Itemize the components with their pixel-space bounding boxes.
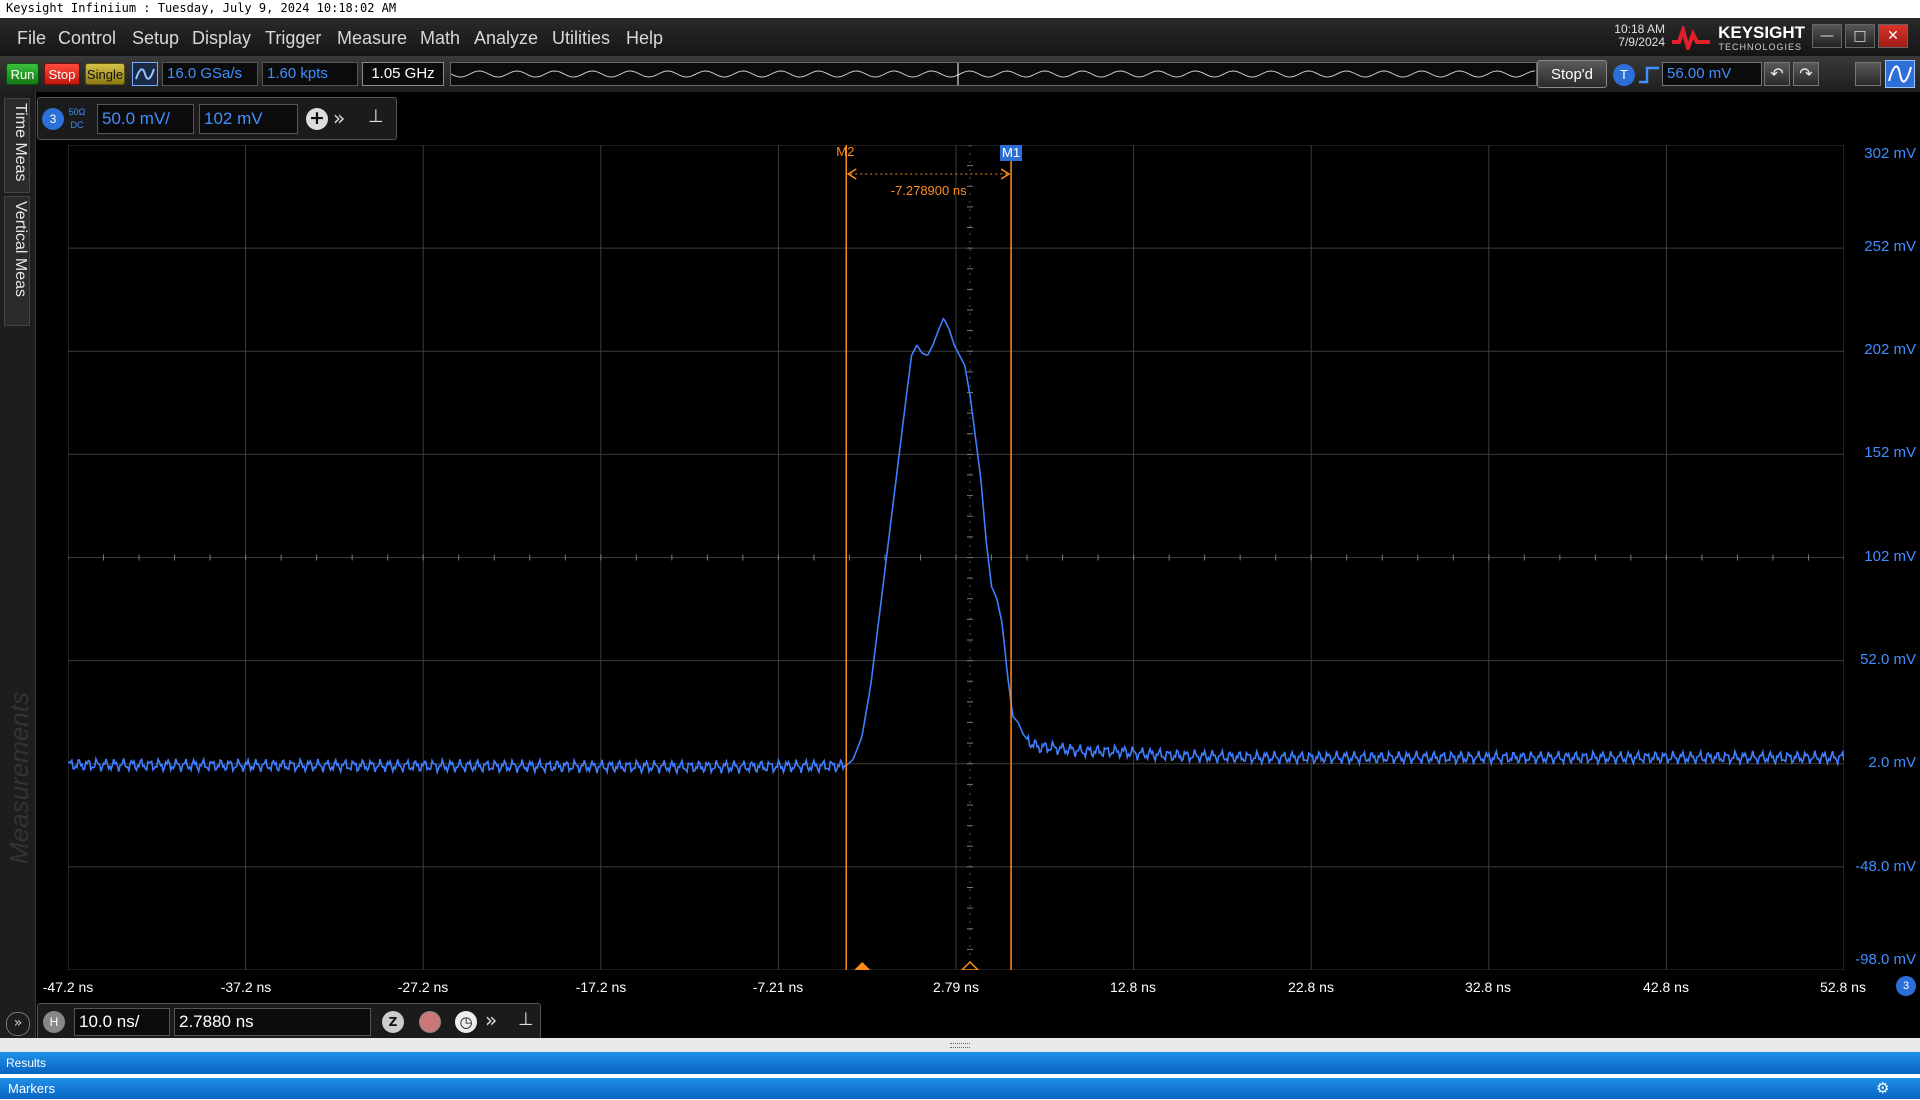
- vertical-scale-field[interactable]: 50.0 mV/: [97, 104, 194, 134]
- minimize-button[interactable]: —: [1812, 24, 1842, 48]
- x-tick-label: -37.2 ns: [220, 979, 272, 995]
- keysight-logo-icon: [1672, 26, 1710, 50]
- time-position-field[interactable]: 2.7880 ns: [174, 1008, 371, 1036]
- marker-m1-label: M1: [1002, 145, 1020, 160]
- y-tick-label: 2.0 mV: [1868, 754, 1916, 771]
- zoom-icon[interactable]: Z: [382, 1011, 404, 1033]
- vertical-offset-field[interactable]: 102 mV: [199, 104, 298, 134]
- menu-file[interactable]: File: [17, 28, 46, 49]
- markers-panel-header[interactable]: Markers ⚙: [0, 1078, 1920, 1099]
- channel-badge[interactable]: 3: [42, 108, 64, 130]
- menu-display[interactable]: Display: [192, 28, 251, 49]
- menu-setup[interactable]: Setup: [132, 28, 179, 49]
- memory-depth-field[interactable]: 1.60 kpts: [262, 62, 358, 86]
- y-tick-label: -48.0 mV: [1855, 858, 1916, 875]
- trigger-badge[interactable]: T: [1613, 64, 1635, 86]
- menu-help[interactable]: Help: [626, 28, 663, 49]
- y-tick-label: -98.0 mV: [1855, 951, 1916, 968]
- pin-icon[interactable]: ⊥: [368, 106, 384, 127]
- add-icon[interactable]: +: [306, 108, 328, 130]
- close-button[interactable]: ✕: [1878, 24, 1908, 48]
- clock-date: 7/9/2024: [1618, 35, 1665, 49]
- menu-math[interactable]: Math: [420, 28, 460, 49]
- stop-button[interactable]: Stop: [44, 63, 80, 85]
- markers-label: Markers: [8, 1081, 55, 1096]
- single-button[interactable]: Single: [85, 63, 125, 85]
- auto-scale-icon[interactable]: [132, 62, 158, 86]
- trigger-level-field[interactable]: 56.00 mV: [1662, 62, 1762, 86]
- overview-waveform-icon: [450, 63, 1536, 85]
- run-button[interactable]: Run: [6, 63, 39, 85]
- menu-analyze[interactable]: Analyze: [474, 28, 538, 49]
- tab-vertical-meas[interactable]: Vertical Meas: [4, 196, 30, 326]
- menu-bar: File Control Setup Display Trigger Measu…: [0, 18, 1920, 56]
- menu-measure[interactable]: Measure: [337, 28, 407, 49]
- window-title-bar: Keysight Infiniium : Tuesday, July 9, 20…: [0, 0, 1920, 18]
- acquisition-toolbar: Run Stop Single 16.0 GSa/s 1.60 kpts 1.0…: [0, 56, 1920, 92]
- sample-rate-field[interactable]: 16.0 GSa/s: [162, 62, 258, 86]
- channel-input-settings[interactable]: 50Ω DC: [67, 106, 87, 132]
- acquisition-status-button[interactable]: Stop'd: [1537, 60, 1607, 88]
- time-scale-field[interactable]: 10.0 ns/: [74, 1008, 170, 1036]
- x-tick-label: 52.8 ns: [1820, 979, 1866, 995]
- menu-trigger[interactable]: Trigger: [265, 28, 321, 49]
- channel-indicator[interactable]: 3: [1896, 976, 1916, 996]
- panel-splitter[interactable]: [0, 1038, 1920, 1052]
- results-panel-header[interactable]: Results: [0, 1052, 1920, 1074]
- x-tick-label: -7.21 ns: [752, 979, 804, 995]
- x-tick-label: 2.79 ns: [933, 979, 979, 995]
- waveform-view-icon[interactable]: [1885, 60, 1915, 88]
- more-icon[interactable]: »: [485, 1008, 497, 1032]
- settings-icon[interactable]: ⚙: [1876, 1078, 1889, 1100]
- clock-icon[interactable]: ◷: [455, 1011, 477, 1033]
- rising-edge-icon[interactable]: [1638, 64, 1660, 86]
- graticule: M2M1-7.278900 nsT: [68, 145, 1844, 970]
- pin-icon[interactable]: ⊥: [518, 1009, 534, 1030]
- channel-coupling: DC: [70, 120, 84, 130]
- horizontal-badge[interactable]: H: [43, 1011, 65, 1033]
- undo-icon[interactable]: ↶: [1764, 62, 1790, 86]
- maximize-button[interactable]: □: [1845, 24, 1875, 48]
- reference-icon[interactable]: [419, 1011, 441, 1033]
- channel-impedance: 50Ω: [68, 107, 86, 117]
- clock: 10:18 AM 7/9/2024: [1614, 23, 1665, 49]
- results-label: Results: [6, 1056, 47, 1070]
- brand-name: KEYSIGHT: [1718, 23, 1805, 42]
- y-tick-label: 302 mV: [1864, 145, 1916, 162]
- x-tick-label: 32.8 ns: [1465, 979, 1511, 995]
- marker-delta-readout: -7.278900 ns: [891, 183, 967, 198]
- window-title: Keysight Infiniium : Tuesday, July 9, 20…: [6, 1, 397, 15]
- menu-control[interactable]: Control: [58, 28, 116, 49]
- measurements-watermark: Measurements: [4, 692, 34, 864]
- expand-icon[interactable]: »: [6, 1012, 30, 1036]
- side-tab-strip: Time Meas Vertical Meas Measurements »: [0, 92, 36, 1038]
- y-tick-label: 252 mV: [1864, 238, 1916, 255]
- x-tick-label: -47.2 ns: [42, 979, 94, 995]
- x-tick-label: -17.2 ns: [575, 979, 627, 995]
- redo-icon[interactable]: ↷: [1793, 62, 1819, 86]
- splitter-grip-icon[interactable]: [950, 1043, 970, 1048]
- waveform-overview[interactable]: [450, 62, 1537, 86]
- y-tick-label: 152 mV: [1864, 444, 1916, 461]
- tab-time-meas[interactable]: Time Meas: [4, 98, 30, 193]
- x-tick-label: 42.8 ns: [1643, 979, 1689, 995]
- display-layout-icon[interactable]: [1855, 62, 1881, 86]
- horizontal-control-bar: H 10.0 ns/ 2.7880 ns Z ◷ » ⊥: [37, 1003, 541, 1041]
- brand-subtitle: TECHNOLOGIES: [1718, 42, 1802, 52]
- more-icon[interactable]: »: [333, 106, 345, 130]
- y-tick-label: 102 mV: [1864, 548, 1916, 565]
- bandwidth-field[interactable]: 1.05 GHz: [362, 62, 444, 86]
- x-tick-label: -27.2 ns: [397, 979, 449, 995]
- y-tick-label: 202 mV: [1864, 341, 1916, 358]
- x-tick-label: 12.8 ns: [1110, 979, 1156, 995]
- marker-m2-label: M2: [836, 145, 854, 159]
- y-tick-label: 52.0 mV: [1860, 651, 1916, 668]
- x-tick-label: 22.8 ns: [1288, 979, 1334, 995]
- menu-utilities[interactable]: Utilities: [552, 28, 610, 49]
- channel-control-bar: 3 50Ω DC 50.0 mV/ 102 mV + » ⊥: [37, 97, 397, 140]
